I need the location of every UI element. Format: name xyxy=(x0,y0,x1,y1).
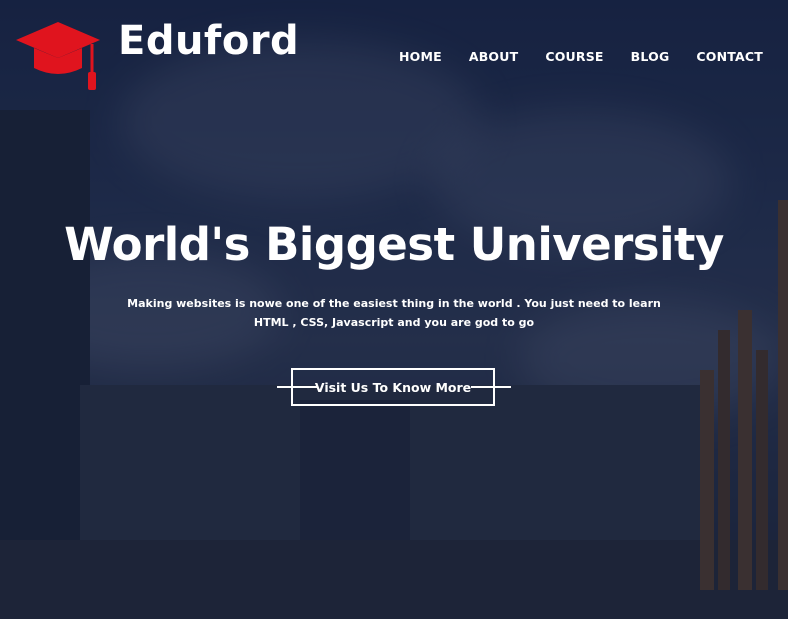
brand-name[interactable]: Eduford xyxy=(118,18,299,64)
nav-item-contact[interactable]: CONTACT xyxy=(696,49,763,64)
hero-section: Eduford HOME ABOUT COURSE BLOG CONTACT W… xyxy=(0,0,788,619)
hero-subtitle: Making websites is nowe one of the easie… xyxy=(127,297,661,329)
visit-us-button[interactable]: Visit Us To Know More xyxy=(291,368,495,406)
graduation-cap-icon[interactable] xyxy=(14,20,104,92)
main-nav: HOME ABOUT COURSE BLOG CONTACT xyxy=(399,49,763,64)
nav-item-home[interactable]: HOME xyxy=(399,49,442,64)
nav-item-blog[interactable]: BLOG xyxy=(631,49,670,64)
hero-title: World's Biggest University xyxy=(64,218,724,271)
nav-item-course[interactable]: COURSE xyxy=(545,49,603,64)
nav-item-about[interactable]: ABOUT xyxy=(469,49,519,64)
cta-decor-line-right xyxy=(471,386,511,388)
